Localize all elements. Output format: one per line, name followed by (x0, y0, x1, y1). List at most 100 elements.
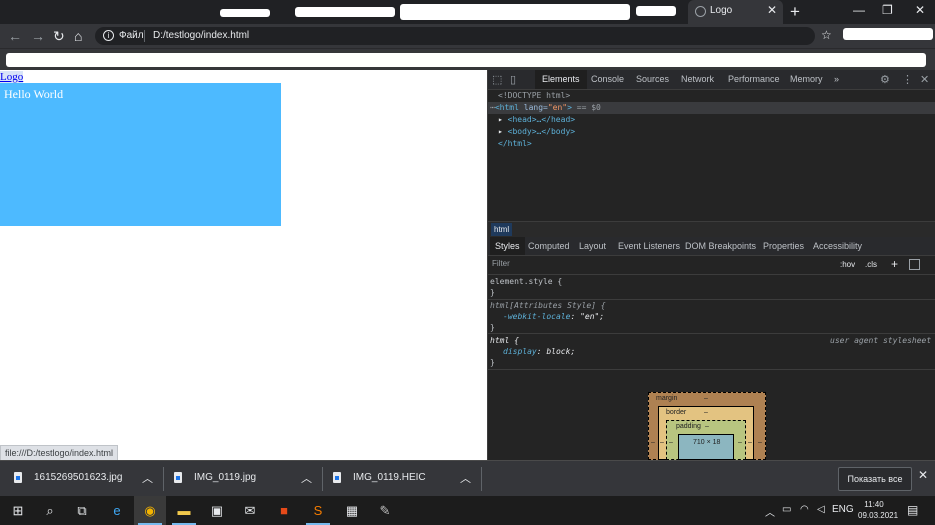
rule-close: } (490, 358, 495, 367)
tab-network[interactable]: Network (681, 74, 714, 84)
tab-sources[interactable]: Sources (636, 74, 669, 84)
subtab-dom-breakpoints[interactable]: DOM Breakpoints (685, 241, 756, 251)
chevron-up-icon[interactable]: ︿ (142, 470, 153, 486)
chrome-browser-icon[interactable]: ◉ (134, 496, 166, 525)
back-icon[interactable]: ← (8, 28, 22, 44)
clock[interactable]: 11:40 09.03.2021 (858, 499, 898, 521)
reload-icon[interactable]: ↻ (53, 28, 65, 45)
filter-row: Filter :hov .cls + (488, 256, 935, 275)
dom-head-node[interactable]: ▸ <head>…</head> (498, 114, 575, 126)
new-tab-button[interactable]: + (790, 2, 800, 22)
inspect-element-icon[interactable]: ⬚ (492, 73, 502, 86)
subtab-styles[interactable]: Styles (490, 237, 525, 255)
file-explorer-icon[interactable]: ▬ (168, 496, 200, 525)
bookmarks-bar (0, 48, 935, 71)
wifi-icon[interactable]: ◠ (800, 504, 809, 515)
rule-attributes-style: html[Attributes Style] { -webkit-locale:… (488, 299, 935, 334)
new-style-rule-icon[interactable]: + (891, 257, 898, 271)
address-bar[interactable]: i Файл D:/testlogo/index.html (95, 27, 815, 45)
download-item[interactable]: IMG_0119.jpg ︿ (174, 461, 324, 497)
download-item[interactable]: IMG_0119.HEIC ︿ (333, 461, 483, 497)
tab-memory[interactable]: Memory (790, 74, 823, 84)
restore-icon[interactable]: ❐ (882, 3, 893, 17)
close-devtools-icon[interactable]: ✕ (920, 73, 929, 86)
paint-icon[interactable]: ✎ (369, 496, 401, 525)
padding-right-value: – (738, 439, 742, 446)
chevron-up-icon[interactable]: ︿ (460, 470, 471, 486)
breadcrumb-html[interactable]: html (491, 223, 513, 236)
rule-selector[interactable]: element.style { (490, 276, 562, 287)
tab-logo[interactable]: Logo ✕ (688, 0, 783, 24)
office-icon[interactable]: ■ (268, 496, 300, 525)
device-toolbar-icon[interactable]: ▯ (510, 73, 516, 86)
computed-sidebar-toggle-icon[interactable] (909, 259, 920, 270)
dom-tree: <!DOCTYPE html> ⋯<html lang="en"> == $0 … (488, 90, 935, 220)
close-tab-icon[interactable]: ✕ (767, 3, 777, 17)
tab-title: Logo (710, 5, 733, 16)
divider (163, 467, 164, 491)
notifications-icon[interactable]: ▤ (907, 503, 918, 517)
dom-html-close[interactable]: </html> (498, 138, 532, 150)
sublime-text-icon[interactable]: S (302, 496, 334, 525)
more-tabs-icon[interactable]: » (834, 74, 839, 84)
subtab-properties[interactable]: Properties (763, 241, 804, 251)
devtools-tabs: ⬚ ▯ Elements Console Sources Network Per… (488, 70, 935, 90)
logo-link[interactable]: Logo (0, 71, 24, 83)
battery-icon[interactable]: ▭ (782, 504, 791, 515)
close-window-icon[interactable]: ✕ (915, 3, 925, 17)
devtools-panel: ⬚ ▯ Elements Console Sources Network Per… (487, 70, 935, 460)
bookmark-star-icon[interactable]: ☆ (821, 28, 832, 42)
status-url: file:///D:/testlogo/index.html (0, 445, 119, 461)
task-view-icon[interactable]: ⧉ (66, 496, 98, 525)
dom-html-node[interactable]: ⋯<html lang="en"> == $0 (490, 102, 601, 114)
more-options-icon[interactable]: ⋮ (902, 73, 913, 86)
show-all-downloads-button[interactable]: Показать все (838, 467, 912, 491)
subtab-layout[interactable]: Layout (579, 241, 606, 251)
edge-browser-icon[interactable]: e (101, 496, 133, 525)
download-filename: IMG_0119.HEIC (353, 472, 426, 483)
dom-doctype[interactable]: <!DOCTYPE html> (498, 90, 570, 102)
rule-source: user agent stylesheet (830, 336, 932, 345)
tab-performance[interactable]: Performance (728, 74, 780, 84)
home-icon[interactable]: ⌂ (74, 28, 82, 44)
cls-toggle[interactable]: .cls (865, 260, 877, 269)
tab-console[interactable]: Console (591, 74, 624, 84)
volume-icon[interactable]: ◁ (817, 504, 825, 515)
calculator-icon[interactable]: ▦ (336, 496, 368, 525)
rule-declaration[interactable]: -webkit-locale: "en"; (503, 311, 604, 322)
info-icon[interactable]: i (103, 30, 114, 41)
minimize-icon[interactable]: — (853, 3, 865, 17)
rule-selector[interactable]: html { (490, 335, 519, 346)
start-windows-icon[interactable]: ⊞ (2, 496, 34, 525)
border-value: – (704, 409, 708, 416)
forward-icon[interactable]: → (31, 28, 45, 44)
box-model-content[interactable] (678, 434, 734, 460)
tab-elements[interactable]: Elements (535, 70, 587, 89)
rule-selector[interactable]: html[Attributes Style] { (490, 300, 606, 311)
hov-toggle[interactable]: :hov (840, 260, 855, 269)
subtab-event-listeners[interactable]: Event Listeners (618, 241, 680, 251)
search-icon[interactable]: ⌕ (34, 496, 66, 525)
mail-icon[interactable]: ✉ (234, 496, 266, 525)
language-indicator[interactable]: ENG (832, 504, 854, 515)
url-text[interactable]: D:/testlogo/index.html (153, 30, 249, 41)
divider (481, 467, 482, 491)
rule-declaration[interactable]: display: block; (503, 346, 575, 357)
subtab-accessibility[interactable]: Accessibility (813, 241, 862, 251)
image-file-icon (333, 472, 341, 483)
subtab-computed[interactable]: Computed (528, 241, 570, 251)
styles-filter-input[interactable]: Filter (492, 259, 832, 271)
chevron-up-icon[interactable]: ︿ (301, 470, 312, 486)
padding-left-value: – (669, 439, 673, 446)
settings-gear-icon[interactable]: ⚙ (880, 73, 890, 86)
margin-value: – (704, 395, 708, 402)
close-shelf-icon[interactable]: ✕ (918, 468, 928, 482)
show-hidden-icons-icon[interactable]: ︿ (765, 504, 775, 519)
content-size: 710 × 18 (693, 439, 721, 446)
dom-body-node[interactable]: ▸ <body>…</body> (498, 126, 575, 138)
border-label: border (666, 409, 687, 416)
hello-box: Hello World (0, 83, 281, 226)
download-item[interactable]: 1615269501623.jpg ︿ (14, 461, 164, 497)
rule-close: } (490, 288, 495, 297)
store-icon[interactable]: ▣ (201, 496, 233, 525)
